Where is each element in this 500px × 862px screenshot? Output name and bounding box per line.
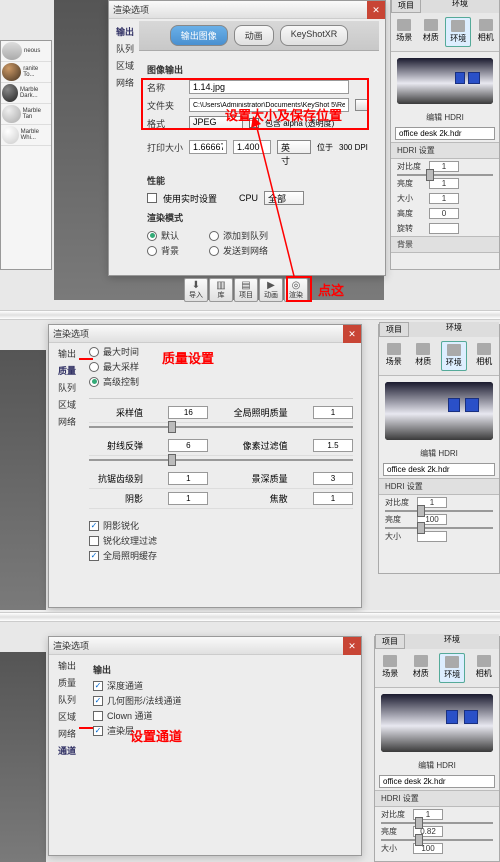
radio-advanced[interactable] bbox=[89, 377, 99, 387]
hdri-file-input[interactable]: office desk 2k.hdr bbox=[379, 775, 495, 788]
anim-button[interactable]: ▶动画 bbox=[259, 278, 283, 302]
env-tab-env[interactable]: 环境 bbox=[439, 653, 465, 683]
viewport bbox=[0, 652, 46, 862]
env-tab-mat[interactable]: 材质 bbox=[419, 17, 443, 47]
check-normal[interactable] bbox=[93, 696, 103, 706]
close-button[interactable]: ✕ bbox=[367, 1, 385, 19]
annotation-text: 质量设置 bbox=[162, 348, 214, 367]
aa-input[interactable] bbox=[168, 472, 208, 485]
render-options-dialog: 渲染选项 ✕ 输出 质量 队列 区域 网络 通道 输出 深度通道 几何图形/法线… bbox=[48, 636, 362, 856]
slider[interactable] bbox=[385, 510, 493, 512]
env-tab-env[interactable]: 环境 bbox=[445, 17, 471, 47]
env-tab-cam[interactable]: 相机 bbox=[472, 341, 496, 371]
env-tab-cam[interactable]: 相机 bbox=[472, 653, 496, 683]
list-item[interactable]: Marble Dark... bbox=[1, 83, 51, 104]
env-panel: 项目环境 场景 材质 环境 相机 编辑 HDRI office desk 2k.… bbox=[374, 636, 500, 862]
side-tab-output[interactable]: 输出 bbox=[53, 345, 81, 362]
radio-net[interactable] bbox=[209, 246, 219, 256]
caustic-input[interactable] bbox=[313, 492, 353, 505]
check-shadowsharp[interactable] bbox=[89, 521, 99, 531]
section-header: 图像输出 bbox=[147, 63, 371, 76]
side-tab-region[interactable]: 区域 bbox=[53, 396, 81, 413]
slider[interactable] bbox=[89, 459, 353, 461]
annotation-text: 点这 bbox=[318, 280, 344, 299]
radio-default[interactable] bbox=[147, 231, 157, 241]
env-panel: 项目环境 场景 材质 环境 相机 编辑 HDRI office desk 2k.… bbox=[378, 324, 500, 574]
lib-button[interactable]: ▥库 bbox=[209, 278, 233, 302]
pixfilter-input[interactable] bbox=[313, 439, 353, 452]
annotation-mark bbox=[79, 727, 93, 729]
check-clown[interactable] bbox=[93, 711, 103, 721]
slider[interactable] bbox=[381, 839, 493, 841]
side-tab-network[interactable]: 网络 bbox=[53, 725, 81, 742]
bounce-input[interactable] bbox=[168, 439, 208, 452]
slider[interactable] bbox=[397, 174, 493, 176]
side-tab-pass[interactable]: 通道 bbox=[53, 742, 81, 759]
env-tab-mat[interactable]: 材质 bbox=[411, 341, 435, 371]
project-button[interactable]: ▤项目 bbox=[234, 278, 258, 302]
radio-maxtime[interactable] bbox=[89, 347, 99, 357]
hdri-preview bbox=[397, 58, 493, 104]
radio-queue[interactable] bbox=[209, 231, 219, 241]
tab-anim[interactable]: 动画 bbox=[234, 25, 274, 46]
side-tab-region[interactable]: 区域 bbox=[53, 708, 81, 725]
side-tab-network[interactable]: 网络 bbox=[113, 74, 137, 91]
samples-input[interactable] bbox=[168, 406, 208, 419]
check-texfilter[interactable] bbox=[89, 536, 99, 546]
slider[interactable] bbox=[385, 527, 493, 529]
radio-maxsamples[interactable] bbox=[89, 362, 99, 372]
check-gicache[interactable] bbox=[89, 551, 99, 561]
side-tab-output[interactable]: 输出 bbox=[53, 657, 81, 674]
env-tab-scene[interactable]: 场景 bbox=[382, 341, 406, 371]
side-tab-queue[interactable]: 队列 bbox=[113, 40, 137, 57]
tab-output-image[interactable]: 输出图像 bbox=[170, 25, 228, 46]
side-tab-region[interactable]: 区域 bbox=[113, 57, 137, 74]
list-item[interactable]: ranite To... bbox=[1, 62, 51, 83]
check-layer[interactable] bbox=[93, 726, 103, 736]
arrow-annotation bbox=[245, 80, 305, 280]
list-item[interactable]: Marble Whi... bbox=[1, 125, 51, 146]
hdri-file-input[interactable]: office desk 2k.hdr bbox=[383, 463, 495, 476]
gi-input[interactable] bbox=[313, 406, 353, 419]
env-tab-mat[interactable]: 材质 bbox=[409, 653, 433, 683]
material-list: neous ranite To... Marble Dark... Marble… bbox=[0, 40, 52, 270]
slider[interactable] bbox=[89, 426, 353, 428]
check-depth[interactable] bbox=[93, 681, 103, 691]
env-tab-env[interactable]: 环境 bbox=[441, 341, 467, 371]
close-button[interactable]: ✕ bbox=[343, 325, 361, 343]
dialog-title: 渲染选项 bbox=[113, 3, 149, 16]
env-tab-scene[interactable]: 场景 bbox=[392, 17, 416, 47]
env-panel: 项目环境 场景 材质 环境 相机 编辑 HDRI office desk 2k.… bbox=[390, 0, 500, 270]
radio-bg[interactable] bbox=[147, 246, 157, 256]
list-item[interactable]: Marble Tan bbox=[1, 104, 51, 125]
output-header: 输出 bbox=[93, 663, 353, 676]
shadow-input[interactable] bbox=[168, 492, 208, 505]
hdri-file-input[interactable]: office desk 2k.hdr bbox=[395, 127, 495, 140]
side-tab-output[interactable]: 输出 bbox=[113, 23, 137, 40]
annotation-text: 设置通道 bbox=[130, 726, 182, 745]
hdri-preview bbox=[381, 694, 493, 752]
tab-xr[interactable]: KeyShotXR bbox=[280, 25, 349, 46]
dialog-title: 渲染选项 bbox=[53, 639, 89, 652]
viewport bbox=[0, 350, 46, 610]
print-w-input[interactable] bbox=[189, 140, 227, 154]
side-tab-queue[interactable]: 队列 bbox=[53, 379, 81, 396]
realtime-checkbox[interactable] bbox=[147, 193, 157, 203]
dof-input[interactable] bbox=[313, 472, 353, 485]
import-button[interactable]: ⬇导入 bbox=[184, 278, 208, 302]
env-tab-cam[interactable]: 相机 bbox=[474, 17, 498, 47]
side-tab-queue[interactable]: 队列 bbox=[53, 691, 81, 708]
close-button[interactable]: ✕ bbox=[343, 637, 361, 655]
side-tab-quality[interactable]: 质量 bbox=[53, 362, 81, 379]
env-tab-scene[interactable]: 场景 bbox=[378, 653, 402, 683]
hdri-preview bbox=[385, 382, 493, 440]
side-tab-quality[interactable]: 质量 bbox=[53, 674, 81, 691]
list-item[interactable]: neous bbox=[1, 41, 51, 62]
dialog-title: 渲染选项 bbox=[53, 327, 89, 340]
annotation-box bbox=[286, 276, 312, 302]
side-tab-network[interactable]: 网络 bbox=[53, 413, 81, 430]
slider[interactable] bbox=[381, 822, 493, 824]
